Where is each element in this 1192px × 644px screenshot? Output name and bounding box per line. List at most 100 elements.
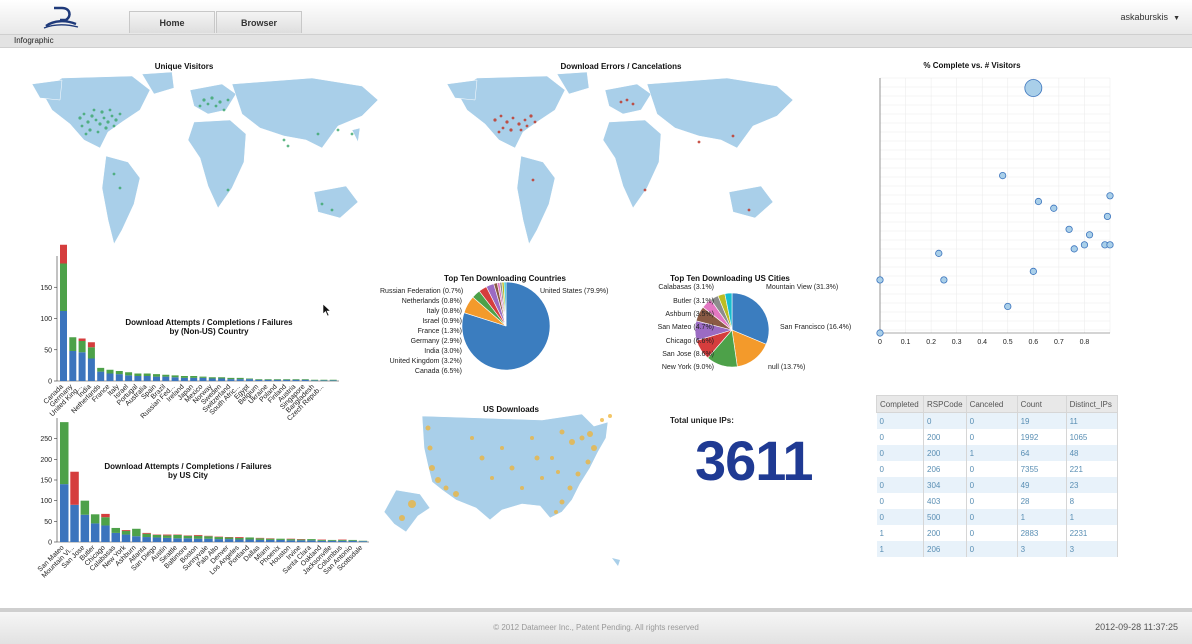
bar-segment[interactable] bbox=[184, 536, 193, 538]
bar-segment[interactable] bbox=[134, 374, 141, 377]
bar-segment[interactable] bbox=[307, 539, 316, 540]
bar-segment[interactable] bbox=[265, 380, 272, 381]
bar-segment[interactable] bbox=[302, 380, 309, 381]
bar-segment[interactable] bbox=[225, 537, 234, 539]
scatter-point[interactable] bbox=[1025, 80, 1042, 97]
bar-segment[interactable] bbox=[162, 375, 169, 377]
bar-segment[interactable] bbox=[194, 535, 203, 536]
bar-segment[interactable] bbox=[204, 536, 213, 538]
column-header[interactable]: Distinct_IPs bbox=[1066, 396, 1117, 413]
bar-segment[interactable] bbox=[153, 535, 162, 537]
bar-segment[interactable] bbox=[283, 380, 290, 381]
bar-segment[interactable] bbox=[235, 537, 244, 538]
scatter-point[interactable] bbox=[936, 250, 942, 256]
scatter-point[interactable] bbox=[1086, 232, 1092, 238]
user-menu[interactable]: askaburskis▼ bbox=[1121, 12, 1180, 22]
bar-segment[interactable] bbox=[107, 370, 114, 374]
bar-segment[interactable] bbox=[91, 514, 100, 523]
bar-segment[interactable] bbox=[328, 541, 337, 542]
column-header[interactable]: Count bbox=[1017, 396, 1066, 413]
bar-segment[interactable] bbox=[172, 375, 179, 377]
scatter-point[interactable] bbox=[877, 330, 883, 336]
bar-segment[interactable] bbox=[116, 371, 123, 374]
scatter-point[interactable] bbox=[999, 172, 1005, 178]
bar-segment[interactable] bbox=[274, 379, 281, 380]
bar-segment[interactable] bbox=[122, 535, 131, 542]
scatter-point[interactable] bbox=[877, 277, 883, 283]
bar-segment[interactable] bbox=[125, 375, 132, 381]
bar-segment[interactable] bbox=[218, 377, 225, 378]
bar-segment[interactable] bbox=[142, 534, 151, 537]
bar-segment[interactable] bbox=[81, 501, 90, 515]
bar-segment[interactable] bbox=[107, 374, 114, 382]
bar-segment[interactable] bbox=[209, 377, 216, 378]
bar-segment[interactable] bbox=[134, 376, 141, 381]
bar-segment[interactable] bbox=[245, 537, 254, 539]
bar-segment[interactable] bbox=[172, 377, 179, 381]
bar-segment[interactable] bbox=[237, 378, 244, 379]
bar-segment[interactable] bbox=[348, 541, 357, 542]
bar-segment[interactable] bbox=[330, 380, 337, 381]
bar-segment[interactable] bbox=[293, 380, 300, 381]
bar-segment[interactable] bbox=[70, 472, 79, 505]
bar-segment[interactable] bbox=[215, 539, 224, 542]
table-row[interactable]: 0001911 bbox=[877, 413, 1118, 430]
bar-segment[interactable] bbox=[320, 380, 327, 381]
bar-segment[interactable] bbox=[204, 539, 213, 542]
bar-segment[interactable] bbox=[60, 264, 67, 312]
bar-segment[interactable] bbox=[97, 372, 104, 381]
tab-browser[interactable]: Browser bbox=[216, 11, 302, 33]
table-row[interactable]: 0500011 bbox=[877, 509, 1118, 525]
column-header[interactable]: Completed bbox=[877, 396, 924, 413]
bar-segment[interactable] bbox=[276, 540, 285, 542]
bar-segment[interactable] bbox=[287, 540, 296, 542]
table-row[interactable]: 1206033 bbox=[877, 541, 1118, 557]
bar-segment[interactable] bbox=[125, 372, 132, 375]
bar-segment[interactable] bbox=[153, 377, 160, 381]
table-row[interactable]: 1200028832231 bbox=[877, 525, 1118, 541]
bar-segment[interactable] bbox=[265, 379, 272, 380]
bar-segment[interactable] bbox=[338, 540, 347, 541]
bar-segment[interactable] bbox=[256, 538, 265, 540]
bar-segment[interactable] bbox=[255, 380, 262, 381]
bar-segment[interactable] bbox=[246, 379, 253, 381]
bar-segment[interactable] bbox=[318, 541, 327, 542]
bar-segment[interactable] bbox=[91, 523, 100, 542]
tab-home[interactable]: Home bbox=[129, 11, 215, 33]
bar-segment[interactable] bbox=[235, 538, 244, 540]
bar-segment[interactable] bbox=[81, 515, 90, 542]
bar-segment[interactable] bbox=[60, 484, 69, 542]
bar-segment[interactable] bbox=[184, 538, 193, 542]
bar-segment[interactable] bbox=[266, 539, 275, 540]
bar-segment[interactable] bbox=[215, 537, 224, 539]
bar-segment[interactable] bbox=[237, 379, 244, 381]
bar-segment[interactable] bbox=[311, 380, 318, 381]
bar-segment[interactable] bbox=[97, 368, 104, 372]
bar-segment[interactable] bbox=[88, 359, 95, 382]
scatter-point[interactable] bbox=[1066, 226, 1072, 232]
bar-segment[interactable] bbox=[245, 540, 254, 542]
bar-segment[interactable] bbox=[266, 540, 275, 542]
table-row[interactable]: 030404923 bbox=[877, 477, 1118, 493]
bar-segment[interactable] bbox=[318, 540, 327, 541]
bar-segment[interactable] bbox=[88, 342, 95, 347]
bar-segment[interactable] bbox=[101, 514, 110, 517]
results-table[interactable]: CompletedRSPCodeCanceledCountDistinct_IP… bbox=[876, 395, 1118, 557]
column-header[interactable]: RSPCode bbox=[924, 396, 967, 413]
bar-segment[interactable] bbox=[246, 379, 253, 380]
column-header[interactable]: Canceled bbox=[966, 396, 1017, 413]
bar-segment[interactable] bbox=[142, 537, 151, 542]
bar-segment[interactable] bbox=[194, 539, 203, 542]
bar-segment[interactable] bbox=[116, 374, 123, 381]
bar-segment[interactable] bbox=[144, 374, 151, 377]
bar-segment[interactable] bbox=[79, 352, 86, 381]
bar-segment[interactable] bbox=[293, 379, 300, 380]
bar-segment[interactable] bbox=[227, 378, 234, 379]
bar-segment[interactable] bbox=[60, 245, 67, 264]
bar-segment[interactable] bbox=[287, 539, 296, 540]
bar-segment[interactable] bbox=[218, 379, 225, 382]
scatter-point[interactable] bbox=[1035, 198, 1041, 204]
bar-segment[interactable] bbox=[255, 379, 262, 380]
bar-segment[interactable] bbox=[209, 379, 216, 382]
bar-segment[interactable] bbox=[153, 537, 162, 542]
